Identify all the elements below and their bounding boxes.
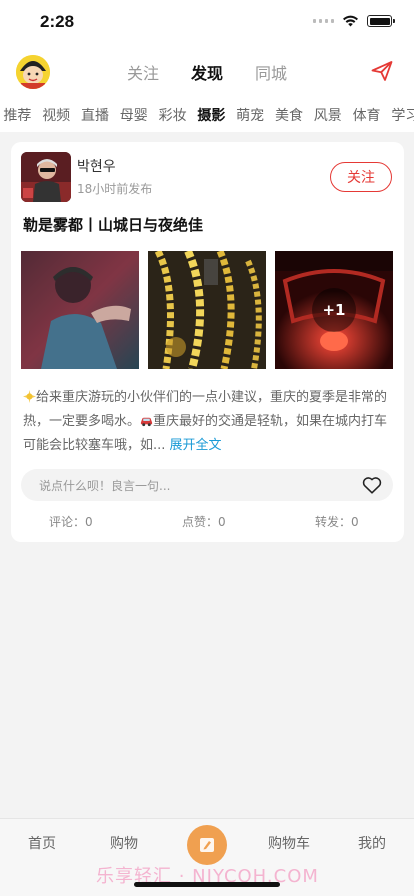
follow-button[interactable]: 关注 — [330, 162, 392, 192]
category-scenery[interactable]: 风景 — [308, 105, 347, 125]
category-video[interactable]: 视频 — [37, 105, 76, 125]
author-name[interactable]: 박현우 — [77, 156, 116, 176]
more-photos-count: +1 — [312, 288, 356, 332]
tab-shopping[interactable]: 购物 — [89, 833, 159, 853]
home-indicator — [134, 882, 280, 887]
more-photos-overlay: +1 — [275, 251, 393, 369]
status-time: 2:28 — [40, 12, 75, 31]
post-card[interactable]: 박현우 18小时前发布 关注 勒是雾都丨山城日与夜绝佳 +1 给来重庆游玩的小伙… — [11, 142, 404, 542]
category-track: 推荐 视频 直播 母婴 彩妆 摄影 萌宠 美食 风景 体育 学习 — [0, 105, 414, 125]
tab-center-button[interactable] — [187, 825, 227, 865]
category-pets[interactable]: 萌宠 — [231, 105, 270, 125]
post-title: 勒是雾都丨山城日与夜绝佳 — [23, 216, 204, 234]
post-body: 给来重庆游玩的小伙伴们的一点小建议，重庆的夏季是非常的热，一定要多喝水。 重庆最… — [23, 386, 395, 458]
tab-cart[interactable]: 购物车 — [254, 833, 324, 853]
wifi-icon — [343, 15, 358, 27]
share-count[interactable]: 转发：0 — [315, 513, 359, 530]
post-photo-3[interactable]: +1 — [275, 251, 393, 369]
tab-home[interactable]: 首页 — [7, 833, 77, 853]
category-bar: 推荐 视频 直播 母婴 彩妆 摄影 萌宠 美食 风景 体育 学习 — [0, 96, 414, 132]
status-bar: 2:28 — [0, 0, 414, 46]
category-live[interactable]: 直播 — [76, 105, 115, 125]
comment-count[interactable]: 评论：0 — [49, 513, 93, 530]
heart-icon[interactable] — [361, 474, 383, 496]
post-photo-2[interactable] — [148, 251, 266, 369]
author-avatar[interactable] — [21, 152, 71, 202]
battery-icon — [367, 15, 395, 27]
tab-follow[interactable]: 关注 — [127, 60, 159, 84]
category-makeup[interactable]: 彩妆 — [153, 105, 192, 125]
car-emoji-icon — [140, 417, 153, 427]
send-icon[interactable] — [370, 59, 394, 83]
category-sports[interactable]: 体育 — [347, 105, 386, 125]
category-recommend[interactable]: 推荐 — [0, 105, 37, 125]
category-study[interactable]: 学习 — [386, 105, 414, 125]
top-nav: 关注 发现 同城 — [0, 46, 414, 96]
expand-full-text-link[interactable]: 展开全文 — [170, 438, 222, 453]
post-stats: 评论：0 点赞：0 转发：0 — [11, 513, 404, 533]
category-baby[interactable]: 母婴 — [114, 105, 153, 125]
category-photography[interactable]: 摄影 — [192, 105, 231, 125]
comment-placeholder: 说点什么呗！良言一句... — [39, 479, 171, 493]
tab-mine[interactable]: 我的 — [337, 833, 407, 853]
top-tabs: 关注 发现 同城 — [0, 60, 414, 84]
post-photo-1[interactable] — [21, 251, 139, 369]
sparkle-emoji-icon — [23, 390, 36, 403]
comment-input[interactable]: 说点什么呗！良言一句... — [21, 469, 393, 501]
like-count[interactable]: 点赞：0 — [182, 513, 226, 530]
cellular-signal-icon — [313, 19, 334, 23]
tab-local[interactable]: 同城 — [255, 60, 287, 84]
edit-icon — [200, 838, 214, 852]
status-icons — [313, 15, 395, 27]
post-time: 18小时前发布 — [77, 182, 153, 196]
tab-discover[interactable]: 发现 — [191, 60, 223, 84]
category-food[interactable]: 美食 — [270, 105, 309, 125]
